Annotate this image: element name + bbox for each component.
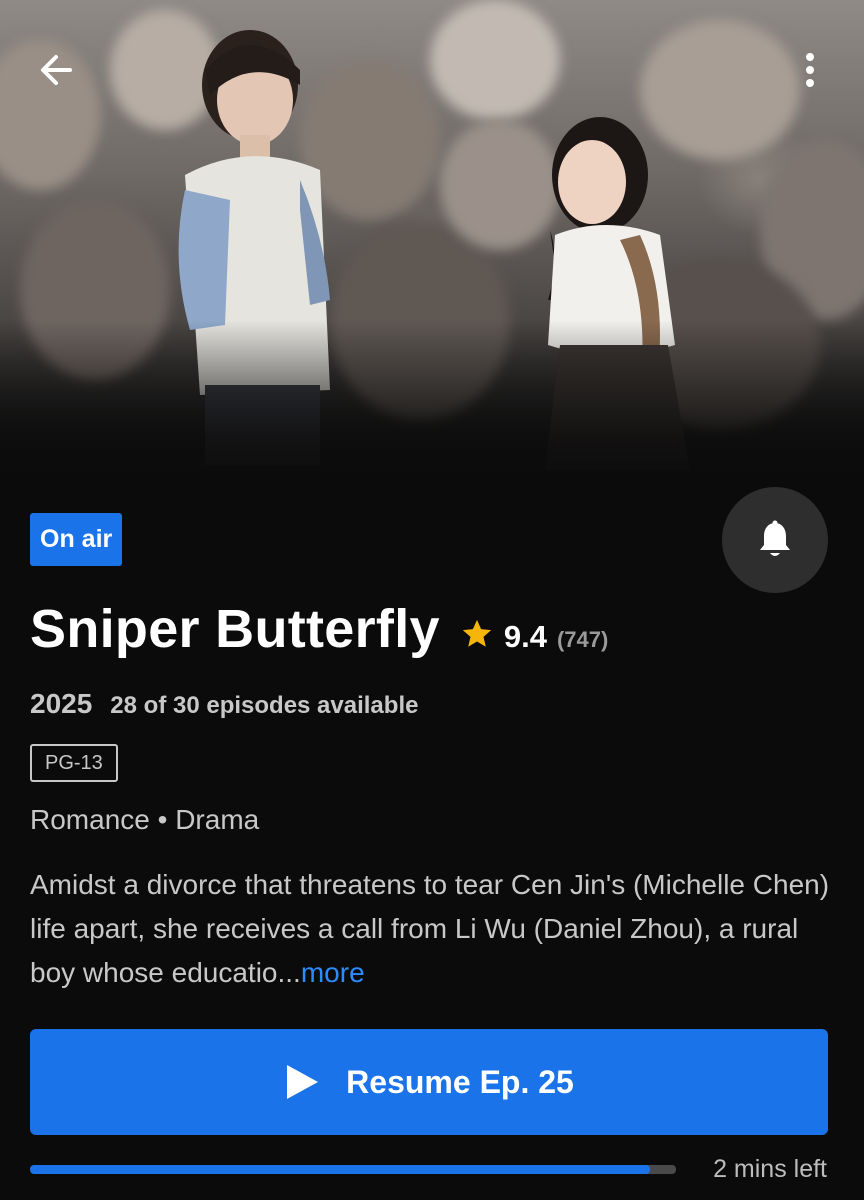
- star-icon: [462, 619, 492, 647]
- status-badge: On air: [30, 513, 123, 566]
- bell-icon: [760, 520, 790, 556]
- watch-progress-bar: [30, 1165, 676, 1174]
- episodes-available: 28 of 30 episodes available: [110, 692, 419, 719]
- watch-progress-fill: [30, 1165, 651, 1174]
- resume-button[interactable]: Resume Ep. 25: [30, 1029, 828, 1135]
- release-year: 2025: [30, 688, 93, 719]
- rating-count: (747): [556, 627, 609, 652]
- content-rating-badge: PG-13: [30, 744, 118, 782]
- show-title: Sniper Butterfly: [30, 599, 440, 659]
- more-vertical-icon: [806, 53, 814, 87]
- back-button[interactable]: [28, 42, 84, 98]
- time-left: 2 mins left: [713, 1155, 827, 1183]
- synopsis-text: Amidst a divorce that threatens to tear …: [30, 869, 830, 988]
- play-icon: [287, 1065, 319, 1099]
- meta-row: 2025 28 of 30 episodes available: [30, 688, 418, 720]
- show-detail-page: On air Sniper Butterfly 9.4 (747) 2025 2…: [0, 0, 864, 1200]
- synopsis: Amidst a divorce that threatens to tear …: [30, 863, 836, 995]
- notify-button[interactable]: [722, 487, 828, 593]
- more-link[interactable]: more: [301, 957, 365, 988]
- hero-fade-overlay: [0, 320, 864, 490]
- arrow-left-icon: [41, 55, 72, 85]
- resume-button-label: Resume Ep. 25: [346, 1063, 574, 1100]
- rating-value: 9.4: [503, 619, 547, 654]
- hero-image: [0, 0, 864, 490]
- title-row: Sniper Butterfly 9.4 (747): [30, 598, 608, 660]
- more-options-button[interactable]: [782, 42, 838, 98]
- genres: Romance • Drama: [30, 804, 260, 835]
